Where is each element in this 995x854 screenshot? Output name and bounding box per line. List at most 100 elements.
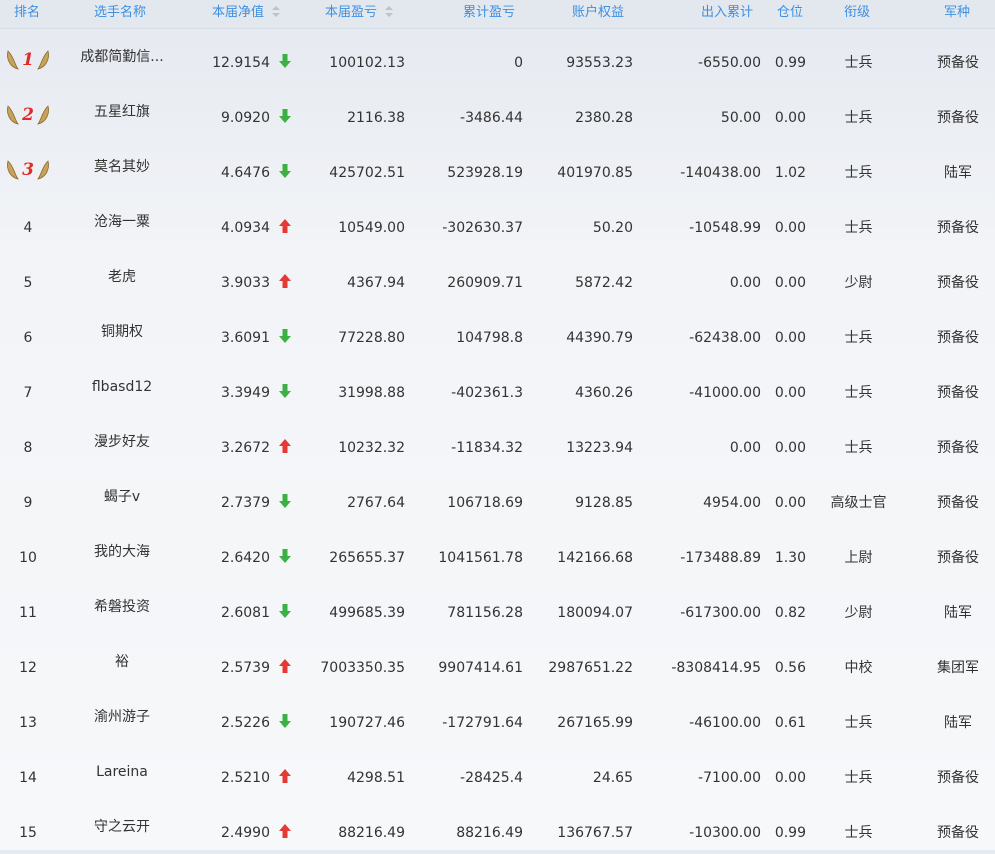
position-cell: 0.00 xyxy=(774,220,806,236)
player-name[interactable]: 五星红旗 xyxy=(66,102,178,122)
cum-pnl-cell: -302630.37 xyxy=(442,220,523,236)
player-name[interactable]: 渝州游子 xyxy=(66,707,178,727)
cum-pnl-cell: 0 xyxy=(514,55,523,71)
table-row[interactable]: 6 铜期权 3.6091 77228.80 104798.8 44390.79 -62438… xyxy=(0,304,995,359)
equity-cell: 13223.94 xyxy=(566,440,633,456)
player-name[interactable]: Lareina xyxy=(66,762,178,782)
position-cell: 0.99 xyxy=(774,55,806,71)
header-equity: 账户权益 xyxy=(572,5,625,20)
medal-number: 1 xyxy=(22,50,34,70)
table-row[interactable]: 12 裕 2.5739 7003350.35 9907414.61 2987651.22 -… xyxy=(0,634,995,689)
player-name[interactable]: flbasd12 xyxy=(66,377,178,397)
grade-cell: 士兵 xyxy=(844,715,873,731)
grade-cell: 士兵 xyxy=(844,440,873,456)
pnl-cell: 499685.39 xyxy=(329,605,405,621)
nav-cell: 3.3949 xyxy=(221,385,270,401)
table-row[interactable]: 3 莫名其妙 4.6476 425702.51 523928.19 401970.85 -1… xyxy=(0,139,995,194)
nav-cell: 2.6420 xyxy=(221,550,270,566)
pnl-cell: 4367.94 xyxy=(347,275,405,291)
inout-cell: 0.00 xyxy=(729,275,761,291)
medal-number: 3 xyxy=(22,160,34,180)
player-name[interactable]: 我的大海 xyxy=(66,542,178,562)
cum-pnl-cell: -11834.32 xyxy=(451,440,523,456)
pnl-cell: 10232.32 xyxy=(338,440,405,456)
header-pnl[interactable]: 本届盈亏 xyxy=(325,0,394,28)
cum-pnl-cell: 106718.69 xyxy=(447,495,523,511)
cum-pnl-cell: -402361.3 xyxy=(451,385,523,401)
header-rank: 排名 xyxy=(14,5,41,20)
table-row[interactable]: 10 我的大海 2.6420 265655.37 1041561.78 142166.68… xyxy=(0,524,995,579)
nav-cell: 3.2672 xyxy=(221,440,270,456)
header-grade: 衔级 xyxy=(844,5,871,20)
arm-cell: 预备役 xyxy=(937,550,979,566)
table-row[interactable]: 2 五星红旗 9.0920 2116.38 -3486.44 2380.28 50.00 0.… xyxy=(0,84,995,139)
player-name[interactable]: 蝎子v xyxy=(66,487,178,507)
nav-cell: 2.5210 xyxy=(221,770,270,786)
player-name[interactable]: 沧海一粟 xyxy=(66,212,178,232)
equity-cell: 93553.23 xyxy=(566,55,633,71)
inout-cell: -6550.00 xyxy=(698,55,761,71)
inout-cell: 4954.00 xyxy=(703,495,761,511)
rank-cell: 14 xyxy=(19,770,37,786)
pnl-cell: 4298.51 xyxy=(347,770,405,786)
table-row[interactable]: 1 成都简勤信... 12.9154 100102.13 0 93553.23 -6550.… xyxy=(0,29,995,84)
grade-cell: 士兵 xyxy=(844,220,873,236)
table-row[interactable]: 8 漫步好友 3.2672 10232.32 -11834.32 13223.94 0.00… xyxy=(0,414,995,469)
grade-cell: 高级士官 xyxy=(830,495,887,511)
rank-medal-icon: 2 xyxy=(7,105,49,125)
table-row[interactable]: 15 守之云开 2.4990 88216.49 88216.49 136767.57 -10… xyxy=(0,799,995,854)
table-row[interactable]: 7 flbasd12 3.3949 31998.88 -402361.3 4360.26 -… xyxy=(0,359,995,414)
grade-cell: 士兵 xyxy=(844,825,873,841)
equity-cell: 50.20 xyxy=(592,220,633,236)
table-row[interactable]: 5 老虎 3.9033 4367.94 260909.71 5872.42 0.00 0.00… xyxy=(0,249,995,304)
inout-cell: 0.00 xyxy=(729,440,761,456)
table-row[interactable]: 4 沧海一粟 4.0934 10549.00 -302630.37 50.20 -10548… xyxy=(0,194,995,249)
header-nav[interactable]: 本届净值 xyxy=(212,0,281,28)
cum-pnl-cell: 9907414.61 xyxy=(438,660,523,676)
medal-number: 2 xyxy=(21,105,34,125)
table-row[interactable]: 11 希磐投资 2.6081 499685.39 781156.28 180094.07 -… xyxy=(0,579,995,634)
player-name[interactable]: 老虎 xyxy=(66,267,178,287)
cum-pnl-cell: 523928.19 xyxy=(447,165,523,181)
grade-cell: 士兵 xyxy=(844,110,873,126)
rank-cell: 5 xyxy=(23,275,33,291)
rank-cell: 4 xyxy=(23,220,33,236)
sort-icon[interactable] xyxy=(272,5,281,18)
player-name[interactable]: 希磐投资 xyxy=(66,597,178,617)
nav-cell: 2.7379 xyxy=(221,495,270,511)
pnl-cell: 425702.51 xyxy=(329,165,405,181)
nav-cell: 3.6091 xyxy=(221,330,270,346)
pnl-cell: 31998.88 xyxy=(338,385,405,401)
nav-cell: 2.5739 xyxy=(221,660,270,676)
arm-cell: 预备役 xyxy=(937,220,979,236)
position-cell: 1.30 xyxy=(774,550,806,566)
inout-cell: -7100.00 xyxy=(698,770,761,786)
sort-icon[interactable] xyxy=(385,5,394,18)
arm-cell: 预备役 xyxy=(937,770,979,786)
table-row[interactable]: 13 渝州游子 2.5226 190727.46 -172791.64 267165.99… xyxy=(0,689,995,744)
player-name[interactable]: 漫步好友 xyxy=(66,432,178,452)
header-pnl-label: 本届盈亏 xyxy=(325,5,378,20)
grade-cell: 士兵 xyxy=(844,55,873,71)
player-name[interactable]: 成都简勤信... xyxy=(66,47,178,67)
player-name[interactable]: 守之云开 xyxy=(66,817,178,837)
inout-cell: 50.00 xyxy=(720,110,761,126)
player-name[interactable]: 铜期权 xyxy=(66,322,178,342)
pnl-cell: 88216.49 xyxy=(338,825,405,841)
inout-cell: -41000.00 xyxy=(689,385,761,401)
position-cell: 0.99 xyxy=(774,825,806,841)
equity-cell: 2380.28 xyxy=(575,110,633,126)
table-row[interactable]: 9 蝎子v 2.7379 2767.64 106718.69 9128.85 4954.00… xyxy=(0,469,995,524)
header-name: 选手名称 xyxy=(94,5,147,20)
nav-cell: 4.6476 xyxy=(221,165,270,181)
table-header: 排名 选手名称 本届净值 本届盈亏 累计盈亏 账户权益 出入累计 仓位 衔级 军… xyxy=(0,0,995,29)
pnl-cell: 100102.13 xyxy=(329,55,405,71)
position-cell: 0.00 xyxy=(774,110,806,126)
table-row[interactable]: 14 Lareina 2.5210 4298.51 -28425.4 24.65 -7100… xyxy=(0,744,995,799)
cum-pnl-cell: -28425.4 xyxy=(460,770,523,786)
rank-medal-icon: 1 xyxy=(7,50,49,70)
position-cell: 0.00 xyxy=(774,275,806,291)
arm-cell: 陆军 xyxy=(944,715,972,731)
player-name[interactable]: 裕 xyxy=(66,652,178,672)
player-name[interactable]: 莫名其妙 xyxy=(66,157,178,177)
